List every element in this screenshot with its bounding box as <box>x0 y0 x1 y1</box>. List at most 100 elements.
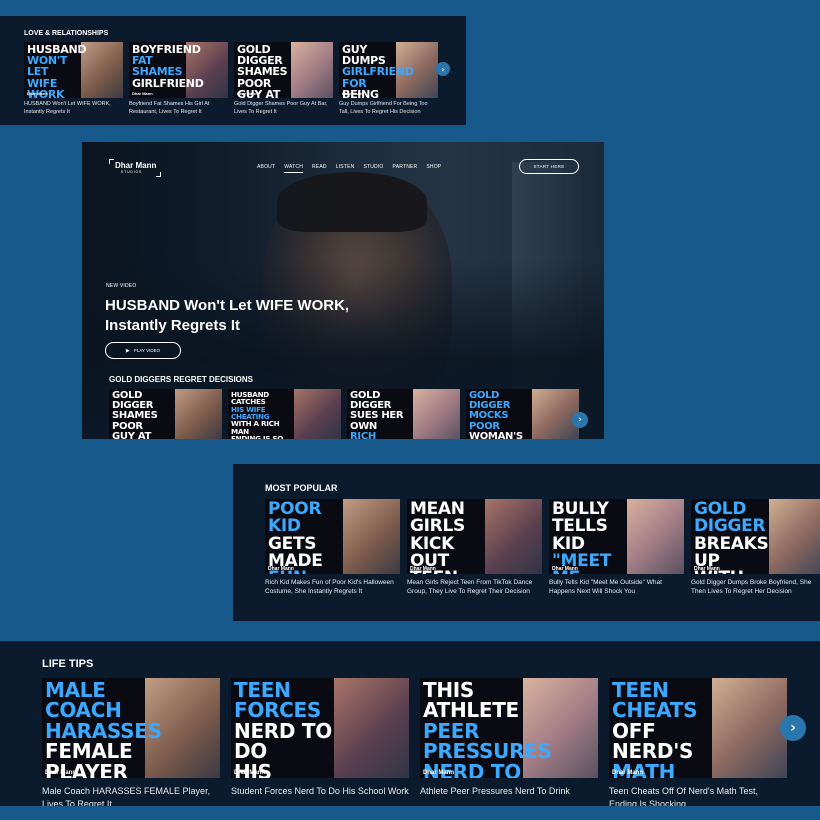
thumbnail-photo <box>619 499 684 574</box>
video-card[interactable]: TEEN CHEATSOFF NERD'SMATH TESTDhar MannT… <box>609 678 787 814</box>
video-thumbnail[interactable]: HUSBAND CATCHES HIS WIFE CHEATING WITH A R… <box>228 389 341 439</box>
thumbnail-headline: BULLY TELLS KID"MEET MEOUTSIDE" <box>552 499 612 574</box>
thumbnail-headline: TEEN CHEATSOFF NERD'SMATH TEST <box>612 678 698 778</box>
bottom-strip <box>0 806 820 820</box>
video-thumbnail[interactable]: MEAN GIRLS KICKOUT TEEN FROMTIKTOK GROUP… <box>407 499 542 574</box>
thumbnail-photo <box>512 678 598 778</box>
next-arrow-love[interactable]: › <box>436 62 450 76</box>
video-card[interactable]: POOR KIDGETS MADEFUN OF...Dhar Mann Rich … <box>265 499 400 610</box>
nav-item-read[interactable]: READ <box>312 164 327 173</box>
dhar-mann-logo: Dhar Mann <box>234 770 266 776</box>
video-caption[interactable]: Gold Digger Dumps Broke Boyfriend, She T… <box>691 578 820 597</box>
thumbnail-headline: MEAN GIRLS KICKOUT TEEN FROMTIKTOK GROUP <box>410 499 465 574</box>
dhar-mann-logo: Dhar Mann <box>132 91 153 96</box>
thumbnail-photo <box>477 499 542 574</box>
video-thumbnail[interactable]: BULLY TELLS KID"MEET MEOUTSIDE"Dhar Mann <box>549 499 684 574</box>
nav-item-about[interactable]: ABOUT <box>257 164 275 173</box>
hero-section: Dhar Mann STUDIOS ABOUT WATCH READ LISTEN ST… <box>82 142 604 439</box>
video-card[interactable]: HUSBAND WON'T LET WIFE WORK Dhar Mann HUSBAN… <box>24 42 123 122</box>
row-title-love: LOVE & RELATIONSHIPS <box>24 30 109 37</box>
video-thumbnail[interactable]: GOLD DIGGERBREAKS UP WITHBROKE BOYFRIEND… <box>691 499 820 574</box>
thumbnail-headline: GOLD DIGGERBREAKS UP WITHBROKE BOYFRIEND <box>694 499 769 574</box>
play-video-label: PLAY VIDEO <box>133 348 161 353</box>
dhar-mann-logo: Dhar Mann <box>410 566 436 572</box>
thumbnail-photo <box>761 499 820 574</box>
video-thumbnail[interactable]: GUY DUMPSGIRLFRIEND FORBEING TOO TALLDha… <box>339 42 438 98</box>
nav-item-shop[interactable]: SHOP <box>426 164 441 173</box>
video-thumbnail[interactable]: MALE COACH HARASSES FEMALE PLAYER Dhar Mann <box>42 678 220 778</box>
video-caption[interactable]: Boyfriend Fat Shames His Girl At Restaur… <box>129 101 228 117</box>
nav-item-watch[interactable]: WATCH <box>284 164 304 173</box>
video-thumbnail[interactable]: THIS ATHLETEPEER PRESSURESNERD TO DRINKD… <box>420 678 598 778</box>
video-thumbnail[interactable]: TEEN FORCESNERD TO DOHIS HOMEWORKDhar Ma… <box>231 678 409 778</box>
next-arrow-hero[interactable]: › <box>572 412 588 428</box>
video-card[interactable]: GOLD DIGGERSUES HER OWNRICH HUSBAND <box>347 389 460 439</box>
thumbnail-photo <box>323 678 409 778</box>
thumbnail-headline: POOR KIDGETS MADEFUN OF... <box>268 499 323 574</box>
love-relationships-panel: LOVE & RELATIONSHIPS HUSBAND WON'T LET WIF… <box>0 16 466 125</box>
thumbnail-photo <box>285 42 333 98</box>
thumbnail-photo <box>405 389 460 439</box>
dhar-mann-logo: Dhar Mann <box>237 91 258 96</box>
video-thumbnail[interactable]: GOLD DIGGERSHAMES POORGUY AT BAR <box>109 389 222 439</box>
new-video-label: NEW VIDEO <box>106 283 137 289</box>
video-thumbnail[interactable]: BOYFRIEND FAT SHAMES GIRLFRIEND Dhar Mann <box>129 42 228 98</box>
row-title-life-tips: LIFE TIPS <box>42 658 94 670</box>
video-card[interactable]: GUY DUMPSGIRLFRIEND FORBEING TOO TALLDha… <box>339 42 438 122</box>
video-thumbnail[interactable]: GOLD DIGGERMOCKS POORWOMAN'S RING <box>466 389 579 439</box>
next-arrow-life-tips[interactable]: › <box>780 715 806 741</box>
play-icon: ▶ <box>125 347 130 354</box>
dhar-mann-logo: Dhar Mann <box>612 770 644 776</box>
video-caption[interactable]: Athlete Peer Pressures Nerd To Drink <box>420 785 598 798</box>
thumbnail-headline: MALE COACH HARASSES FEMALE PLAYER <box>45 678 162 778</box>
video-caption[interactable]: Student Forces Nerd To Do His School Wor… <box>231 785 409 798</box>
video-caption[interactable]: Bully Tells Kid "Meet Me Outside" What H… <box>549 578 684 597</box>
video-card[interactable]: BULLY TELLS KID"MEET MEOUTSIDE"Dhar Mann… <box>549 499 684 610</box>
video-thumbnail[interactable]: HUSBAND WON'T LET WIFE WORK Dhar Mann <box>24 42 123 98</box>
main-nav: ABOUT WATCH READ LISTEN STUDIO PARTNER SHOP <box>257 164 441 173</box>
video-caption[interactable]: Rich Kid Makes Fun of Poor Kid's Hallowe… <box>265 578 400 597</box>
play-video-button[interactable]: ▶ PLAY VIDEO <box>105 342 181 359</box>
dhar-mann-logo: Dhar Mann <box>342 91 363 96</box>
video-card[interactable]: GOLD DIGGERBREAKS UP WITHBROKE BOYFRIEND… <box>691 499 820 610</box>
video-card[interactable]: MEAN GIRLS KICKOUT TEEN FROMTIKTOK GROUP… <box>407 499 542 610</box>
video-caption[interactable]: Mean Girls Reject Teen From TikTok Dance… <box>407 578 542 597</box>
row-title-popular: MOST POPULAR <box>265 483 338 493</box>
nav-item-partner[interactable]: PARTNER <box>393 164 418 173</box>
dhar-mann-logo: Dhar Mann <box>27 91 48 96</box>
video-card[interactable]: HUSBAND CATCHES HIS WIFE CHEATING WITH A R… <box>228 389 341 439</box>
video-card[interactable]: MALE COACH HARASSES FEMALE PLAYER Dhar Mann… <box>42 678 220 814</box>
video-thumbnail[interactable]: GOLD DIGGERSUES HER OWNRICH HUSBAND <box>347 389 460 439</box>
video-thumbnail[interactable]: GOLD DIGGERSHAMES POORGUY AT BARDhar Man… <box>234 42 333 98</box>
video-caption[interactable]: Guy Dumps Girlfriend For Being Too Tall,… <box>339 101 438 117</box>
video-card[interactable]: THIS ATHLETEPEER PRESSURESNERD TO DRINKD… <box>420 678 598 814</box>
thumbnail-photo <box>701 678 787 778</box>
thumbnail-photo <box>335 499 400 574</box>
video-card[interactable]: BOYFRIEND FAT SHAMES GIRLFRIEND Dhar Mann Bo… <box>129 42 228 122</box>
thumbnail-headline: BOYFRIEND FAT SHAMES GIRLFRIEND <box>132 43 204 90</box>
thumbnail-photo <box>167 389 222 439</box>
nav-item-listen[interactable]: LISTEN <box>336 164 355 173</box>
video-card[interactable]: GOLD DIGGERMOCKS POORWOMAN'S RING <box>466 389 579 439</box>
video-thumbnail[interactable]: TEEN CHEATSOFF NERD'SMATH TESTDhar Mann <box>609 678 787 778</box>
brand-logo[interactable]: Dhar Mann STUDIOS <box>109 159 161 177</box>
row-title-gold-diggers: GOLD DIGGERS REGRET DECISIONS <box>109 375 254 384</box>
dhar-mann-logo: Dhar Mann <box>552 566 578 572</box>
thumbnail-headline: GOLD DIGGERMOCKS POORWOMAN'S RING <box>469 390 523 439</box>
thumbnail-headline: TEEN FORCESNERD TO DOHIS HOMEWORK <box>234 678 332 778</box>
nav-item-studio[interactable]: STUDIO <box>363 164 383 173</box>
dhar-mann-logo: Dhar Mann <box>268 566 294 572</box>
video-thumbnail[interactable]: POOR KIDGETS MADEFUN OF...Dhar Mann <box>265 499 400 574</box>
thumbnail-headline: HUSBAND CATCHES HIS WIFE CHEATING WITH A R… <box>231 390 284 439</box>
thumbnail-headline: GOLD DIGGERSUES HER OWNRICH HUSBAND <box>350 390 404 439</box>
hero-title: HUSBAND Won't Let WIFE WORK, Instantly R… <box>105 297 350 335</box>
thumbnail-headline: GOLD DIGGERSHAMES POORGUY AT BAR <box>112 390 158 439</box>
video-card[interactable]: TEEN FORCESNERD TO DOHIS HOMEWORKDhar Ma… <box>231 678 409 814</box>
thumbnail-photo <box>286 389 341 439</box>
start-here-button[interactable]: START HERE <box>519 159 579 174</box>
video-caption[interactable]: HUSBAND Won't Let WIFE WORK, Instantly R… <box>24 101 123 117</box>
video-card[interactable]: GOLD DIGGERSHAMES POORGUY AT BARDhar Man… <box>234 42 333 122</box>
video-caption[interactable]: Gold Digger Shames Poor Guy At Bar, Live… <box>234 101 333 117</box>
dhar-mann-logo: Dhar Mann <box>694 566 720 572</box>
video-card[interactable]: GOLD DIGGERSHAMES POORGUY AT BAR <box>109 389 222 439</box>
